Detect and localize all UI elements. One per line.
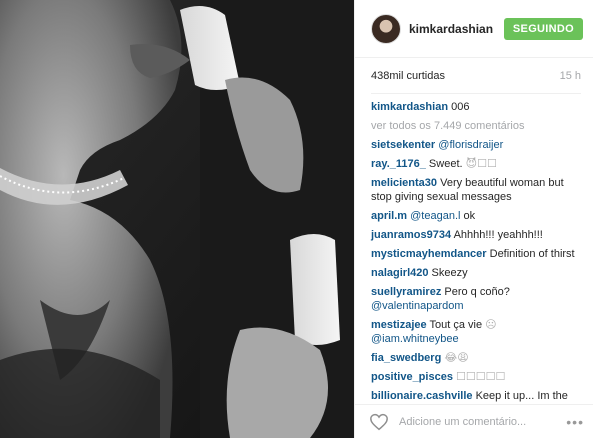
comment: melicienta30 Very beautiful woman but st…: [371, 176, 581, 204]
comment-user[interactable]: billionaire.cashville: [371, 390, 473, 402]
comment-user[interactable]: suellyramirez: [371, 286, 441, 298]
post-photo[interactable]: [0, 0, 354, 438]
add-comment-input[interactable]: Adicione um comentário...: [399, 416, 566, 428]
comment-emoji: ☐☐☐☐☐: [456, 371, 506, 383]
comment-user[interactable]: april.m: [371, 210, 407, 222]
heart-icon[interactable]: [369, 413, 389, 431]
post-stats: 438mil curtidas 15 h: [371, 58, 581, 94]
post-username[interactable]: kimkardashian: [409, 22, 504, 36]
comment: juanramos9734 Ahhhh!!! yeahhh!!!: [371, 228, 581, 242]
comment-mention[interactable]: @iam.whitneybee: [371, 333, 459, 345]
post-time: 15 h: [559, 69, 581, 82]
comment: sietsekenter @florisdraijer: [371, 138, 581, 152]
comment-mention[interactable]: @valentinapardom: [371, 300, 464, 312]
comment-text: Definition of thirst: [489, 248, 575, 260]
comment-user[interactable]: fia_swedberg: [371, 352, 441, 364]
comment-user[interactable]: melicienta30: [371, 177, 437, 189]
photo-illustration: [0, 0, 354, 438]
comment-user[interactable]: sietsekenter: [371, 139, 435, 151]
comment-emoji: 😈☐☐: [465, 158, 497, 170]
post-header: kimkardashian SEGUINDO: [355, 0, 593, 58]
comment: april.m @teagan.l ok: [371, 209, 581, 223]
following-button[interactable]: SEGUINDO: [503, 17, 583, 40]
comment: nalagirl420 Skeezy: [371, 266, 581, 280]
comment-user[interactable]: mestizajee: [371, 319, 427, 331]
comment-footer: Adicione um comentário... •••: [355, 404, 593, 438]
comment-user[interactable]: positive_pisces: [371, 371, 453, 383]
comment-text: ok: [463, 210, 476, 222]
comment-text: 006: [451, 101, 470, 113]
comment-text: Pero q coño?: [444, 286, 510, 298]
comment-user[interactable]: nalagirl420: [371, 267, 428, 279]
comment-text: Skeezy: [431, 267, 468, 279]
comment-user[interactable]: juanramos9734: [371, 229, 451, 241]
caption: kimkardashian 006: [371, 100, 581, 114]
comment-mention[interactable]: @teagan.l: [410, 210, 460, 222]
comment-user[interactable]: mysticmayhemdancer: [371, 248, 487, 260]
comments-list: kimkardashian 006 ver todos os 7.449 com…: [355, 94, 593, 403]
comment: mysticmayhemdancer Definition of thirst: [371, 247, 581, 261]
more-options-icon[interactable]: •••: [566, 414, 584, 430]
comment: positive_pisces ☐☐☐☐☐: [371, 370, 581, 384]
comment: suellyramirez Pero q coño? @valentinapar…: [371, 285, 581, 313]
comment-mention[interactable]: @florisdraijer: [438, 139, 503, 151]
comment-emoji: ☹: [485, 319, 497, 331]
comment-text: Keep it up... Im the: [475, 390, 568, 402]
comment-text: Sweet.: [428, 158, 463, 170]
comment-user[interactable]: kimkardashian: [371, 101, 448, 113]
post-side-panel: kimkardashian SEGUINDO 438mil curtidas 1…: [354, 0, 593, 438]
comment: mestizajee Tout ça vie ☹ @iam.whitneybee: [371, 318, 581, 346]
comment-text: Tout ça vie: [429, 319, 483, 331]
comment-emoji: 😂😩: [444, 352, 469, 364]
comment-text: Ahhhh!!! yeahhh!!!: [453, 229, 543, 241]
comment: billionaire.cashville Keep it up... Im t…: [371, 389, 581, 403]
comment: ray._1176_ Sweet. 😈☐☐: [371, 157, 581, 171]
avatar[interactable]: [371, 13, 401, 44]
comment-user[interactable]: ray._1176_: [371, 158, 426, 170]
comment: fia_swedberg 😂😩: [371, 351, 581, 365]
likes-count[interactable]: 438mil curtidas: [371, 70, 445, 82]
view-all-comments-link[interactable]: ver todos os 7.449 comentários: [371, 119, 581, 133]
